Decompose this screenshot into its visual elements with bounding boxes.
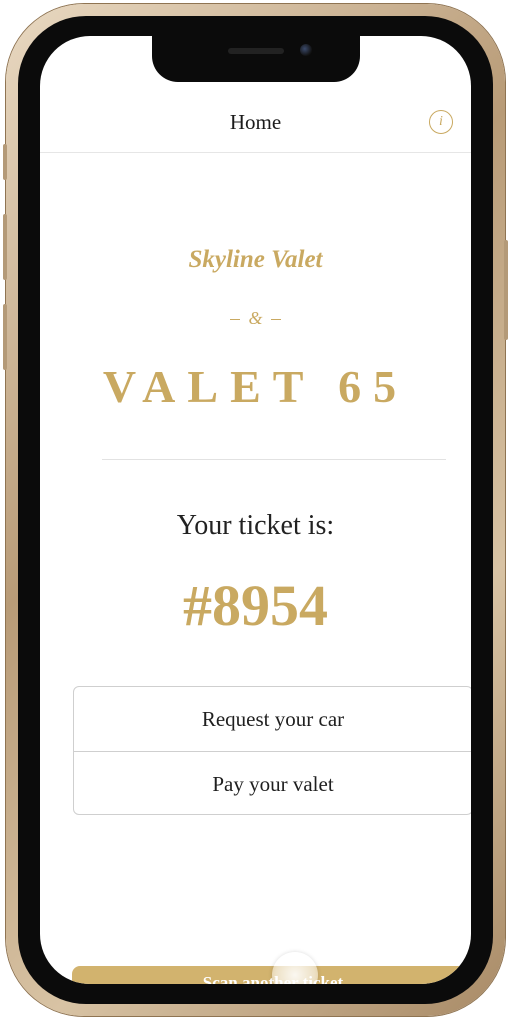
pay-valet-button[interactable]: Pay your valet xyxy=(74,751,471,814)
power-button xyxy=(504,240,508,340)
brand-ampersand-divider: & xyxy=(40,308,471,329)
divider xyxy=(102,459,446,460)
ticket-label: Your ticket is: xyxy=(176,510,335,541)
phone-bezel: Home i Skyline Valet & VALET 65 Your tic… xyxy=(18,16,493,1004)
brand-script-name: Skyline Valet xyxy=(188,246,323,273)
front-camera-icon xyxy=(300,44,312,56)
volume-up-button xyxy=(3,214,7,280)
ampersand-glyph: & xyxy=(248,308,263,328)
app-screen: Home i Skyline Valet & VALET 65 Your tic… xyxy=(40,36,471,984)
silent-switch xyxy=(3,144,7,180)
action-list: Request your car Pay your valet xyxy=(73,686,471,815)
dash-right xyxy=(270,319,281,321)
nav-bar: Home i xyxy=(40,96,471,153)
speaker-grille xyxy=(228,48,284,54)
dash-left xyxy=(230,319,241,321)
info-icon[interactable]: i xyxy=(429,110,453,134)
request-car-button[interactable]: Request your car xyxy=(74,687,471,751)
volume-down-button xyxy=(3,304,7,370)
ticket-number: #8954 xyxy=(183,573,328,638)
phone-frame: Home i Skyline Valet & VALET 65 Your tic… xyxy=(3,4,508,1016)
page-title: Home xyxy=(229,110,282,134)
notch xyxy=(152,36,360,82)
assistive-touch-icon[interactable] xyxy=(272,952,318,984)
brand-logo: VALET 65 xyxy=(102,361,409,412)
